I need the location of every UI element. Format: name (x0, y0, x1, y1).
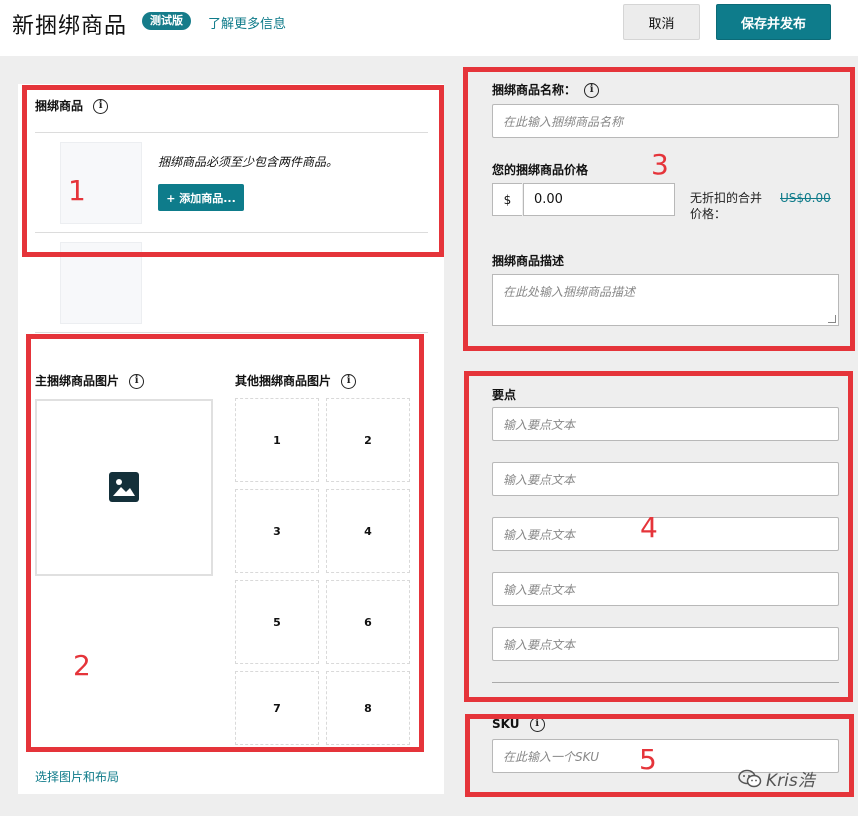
info-icon[interactable]: i (93, 99, 109, 114)
image-slot-6[interactable]: 6 (326, 580, 410, 664)
annotation-number-5: 5 (639, 743, 657, 776)
main-image-dropzone[interactable] (35, 399, 213, 576)
wechat-icon (738, 769, 762, 787)
choose-layout-link[interactable]: 选择图片和布局 (35, 768, 119, 785)
divider (492, 682, 839, 683)
sku-label: SKU i (492, 717, 545, 732)
bullets-label: 要点 (492, 388, 517, 402)
bundle-name-label-text: 捆绑商品名称： (492, 83, 577, 97)
bundle-hint: 捆绑商品必须至少包含两件商品。 (158, 155, 339, 169)
add-product-button[interactable]: + 添加商品... (158, 184, 244, 211)
image-slot-5[interactable]: 5 (235, 580, 319, 664)
image-slot-7[interactable]: 7 (235, 671, 319, 745)
watermark-text: Kris浩 (766, 771, 815, 791)
info-icon[interactable]: i (529, 717, 545, 732)
bullet-input-3[interactable]: 输入要点文本 (492, 517, 839, 551)
main-image-label-text: 主捆绑商品图片 (35, 374, 120, 388)
divider (35, 132, 428, 133)
product-thumbnail (60, 242, 142, 324)
info-icon[interactable]: i (341, 374, 357, 389)
bundle-products-label: 捆绑商品 i (35, 97, 109, 114)
annotation-number-1: 1 (68, 174, 86, 207)
main-image-label: 主捆绑商品图片 i (35, 372, 145, 389)
image-slot-2[interactable]: 2 (326, 398, 410, 482)
save-publish-button[interactable]: 保存并发布 (716, 4, 831, 40)
price-label: 您的捆绑商品价格 (492, 163, 589, 177)
bundle-products-label-text: 捆绑商品 (35, 99, 84, 113)
image-slot-4[interactable]: 4 (326, 489, 410, 573)
info-icon[interactable]: i (584, 83, 600, 98)
image-icon (109, 472, 139, 502)
image-slot-3[interactable]: 3 (235, 489, 319, 573)
bundle-name-input[interactable]: 在此输入捆绑商品名称 (492, 104, 839, 138)
bullet-input-1[interactable]: 输入要点文本 (492, 407, 839, 441)
annotation-number-2: 2 (73, 649, 91, 682)
description-textarea[interactable]: 在此处输入捆绑商品描述 (492, 274, 839, 326)
cancel-button[interactable]: 取消 (623, 4, 700, 40)
sku-label-text: SKU (492, 717, 520, 731)
beta-badge: 测试版 (142, 12, 191, 30)
price-input[interactable]: 0.00 (523, 183, 675, 216)
description-label: 捆绑商品描述 (492, 254, 565, 268)
other-images-label-text: 其他捆绑商品图片 (235, 374, 332, 388)
image-slot-1[interactable]: 1 (235, 398, 319, 482)
combined-price-label: 无折扣的合并价格： (690, 191, 763, 221)
info-icon[interactable]: i (129, 374, 145, 389)
page-title: 新捆绑商品 (12, 14, 128, 39)
watermark: Kris浩 (738, 766, 815, 791)
divider (35, 232, 428, 233)
currency-symbol: $ (492, 183, 522, 216)
bullet-input-2[interactable]: 输入要点文本 (492, 462, 839, 496)
description-placeholder: 在此处输入捆绑商品描述 (503, 285, 636, 299)
bullet-input-4[interactable]: 输入要点文本 (492, 572, 839, 606)
learn-more-link[interactable]: 了解更多信息 (208, 13, 286, 32)
image-slot-8[interactable]: 8 (326, 671, 410, 745)
annotation-number-4: 4 (640, 511, 658, 544)
resize-handle[interactable] (828, 315, 836, 323)
annotation-number-3: 3 (651, 148, 669, 181)
combined-price-value: US$0.00 (780, 191, 831, 205)
bundle-name-label: 捆绑商品名称： i (492, 81, 600, 98)
other-images-label: 其他捆绑商品图片 i (235, 372, 357, 389)
divider (35, 332, 428, 333)
bullet-input-5[interactable]: 输入要点文本 (492, 627, 839, 661)
